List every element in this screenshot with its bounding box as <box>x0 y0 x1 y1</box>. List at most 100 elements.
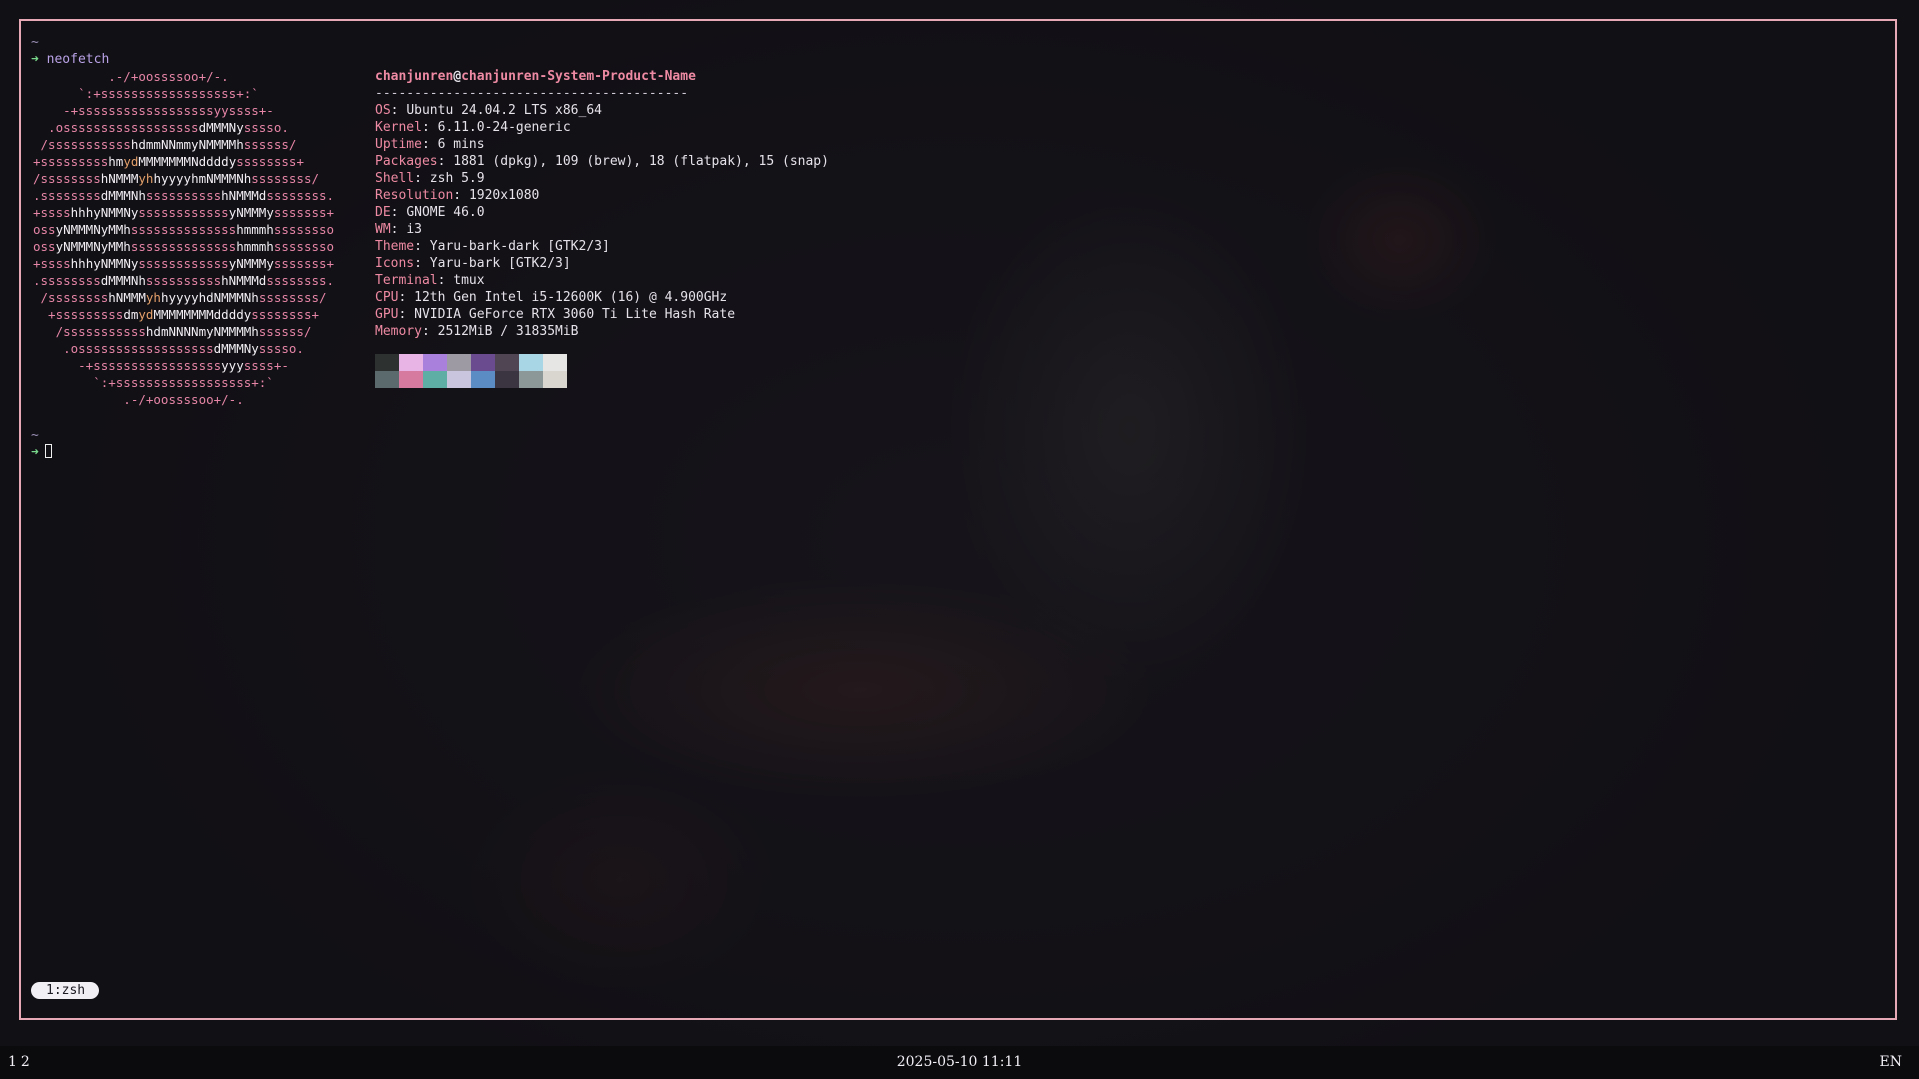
color-swatch <box>423 371 447 388</box>
ascii-logo-line: `:+ssssssssssssssssss+:` <box>33 85 334 102</box>
ascii-logo-segment: sssso. <box>243 120 289 135</box>
ascii-logo-segment: /sssssssssss <box>33 137 131 152</box>
info-row: CPU: 12th Gen Intel i5-12600K (16) @ 4.9… <box>375 290 728 305</box>
ascii-logo-segment: ssssssss+ <box>236 154 304 169</box>
cursor-block <box>44 444 52 458</box>
info-value: Ubuntu 24.04.2 LTS x86_64 <box>406 103 602 118</box>
ascii-logo-segment: yNMMMy <box>228 205 274 220</box>
ascii-logo-segment: .ossssssssssssssssss <box>33 120 199 135</box>
terminal-window[interactable]: ~ ➜ neofetch .-/+oossssoo+/-. `:+sssssss… <box>19 19 1897 1020</box>
ascii-logo-segment: ssssssso <box>273 239 335 254</box>
ascii-logo-line: -+ssssssssssssssssssyyssss+- <box>33 102 334 119</box>
ascii-logo-segment: sssso. <box>258 341 304 356</box>
ascii-logo-segment: /sssssssssss <box>33 324 146 339</box>
color-swatch <box>471 371 495 388</box>
tmux-window-tab[interactable]: 1:zsh <box>31 982 100 999</box>
prompt-dir: ~ <box>31 35 39 50</box>
ubuntu-ascii-logo: .-/+oossssoo+/-. `:+ssssssssssssssssss+:… <box>33 68 334 408</box>
info-row: Memory: 2512MiB / 31835MiB <box>375 324 579 339</box>
ascii-logo-segment: +sssssssss <box>33 307 124 322</box>
info-key: DE <box>375 205 391 220</box>
info-key: Resolution <box>375 188 454 203</box>
ascii-logo-line: +sssshhhyNMMNyssssssssssssyNMMMysssssss+ <box>33 204 334 221</box>
ascii-logo-segment: yd <box>138 307 154 322</box>
ascii-logo-segment: oss <box>33 222 56 237</box>
color-swatch <box>495 354 519 371</box>
keyboard-layout-indicator[interactable]: EN <box>1880 1054 1902 1070</box>
info-row: Icons: Yaru-bark [GTK2/3] <box>375 256 571 271</box>
color-swatch <box>375 371 399 388</box>
info-key: GPU <box>375 307 399 322</box>
hostname: chanjunren-System-Product-Name <box>461 69 696 84</box>
ascii-logo-segment: yh <box>145 290 161 305</box>
info-row: Uptime: 6 mins <box>375 137 485 152</box>
info-value: Yaru-bark [GTK2/3] <box>429 256 571 271</box>
ascii-logo-segment: ssssssss+ <box>251 307 320 322</box>
prompt-arrow-icon: ➜ <box>31 445 39 460</box>
color-swatch <box>543 371 567 388</box>
color-swatch <box>399 354 423 371</box>
i3-status-bar: 12 2025-05-10 11:11 EN <box>0 1046 1919 1079</box>
info-value: 1920x1080 <box>468 188 540 203</box>
ascii-logo-line: /ssssssssssshdmNNNNmyNMMMMhssssss/ <box>33 323 334 340</box>
ascii-logo-segment: ssssssss/ <box>258 290 327 305</box>
ascii-logo-segment: hdmNNNNmyNMMMMh <box>145 324 259 339</box>
info-value: GNOME 46.0 <box>406 205 485 220</box>
ascii-logo-segment: yNMMMy <box>228 256 274 271</box>
prompt-dir: ~ <box>31 428 39 443</box>
info-row: Theme: Yaru-bark-dark [GTK2/3] <box>375 239 610 254</box>
ascii-logo-segment: hhhyNMMNy <box>70 205 139 220</box>
ascii-logo-segment: ssssssssss <box>145 273 222 288</box>
info-key: Icons <box>375 256 415 271</box>
ascii-logo-segment: MMMMMMMMddddy <box>153 307 252 322</box>
ascii-logo-segment: dMMMNh <box>100 188 146 203</box>
prompt-current[interactable]: ~ ➜ <box>31 427 52 461</box>
ascii-logo-line: `:+ssssssssssssssssss+:` <box>33 374 334 391</box>
info-value: tmux <box>453 273 485 288</box>
ascii-logo-segment: /ssssssss <box>33 290 109 305</box>
ascii-logo-segment: hNMMMd <box>221 273 267 288</box>
info-value: 2512MiB / 31835MiB <box>437 324 579 339</box>
info-key: Kernel <box>375 120 422 135</box>
ascii-logo-segment: .-/+oossssoo+/-. <box>33 392 244 407</box>
info-key: CPU <box>375 290 399 305</box>
ascii-logo-segment: hhhyNMMNy <box>70 256 139 271</box>
info-row: WM: i3 <box>375 222 422 237</box>
ascii-logo-segment: dMMMNh <box>100 273 146 288</box>
ascii-logo-segment: ssssssssssss <box>138 205 229 220</box>
info-value: 1881 (dpkg), 109 (brew), 18 (flatpak), 1… <box>453 154 829 169</box>
ascii-logo-segment: ssssss/ <box>258 324 312 339</box>
command-text: neofetch <box>46 52 110 67</box>
ascii-logo-line: .-/+oossssoo+/-. <box>33 391 334 408</box>
ascii-logo-segment: -+sssssssssssssssss <box>33 358 222 373</box>
prompt-neofetch: ~ ➜ neofetch <box>31 34 109 68</box>
ascii-logo-segment: yd <box>123 154 139 169</box>
color-swatch <box>471 354 495 371</box>
ascii-logo-line: .ssssssssdMMMNhsssssssssshNMMMdssssssss. <box>33 272 334 289</box>
color-palette <box>375 354 567 388</box>
username: chanjunren <box>375 69 454 84</box>
info-row: Kernel: 6.11.0-24-generic <box>375 120 571 135</box>
ascii-logo-segment: hmmmh <box>236 222 274 237</box>
color-swatch <box>543 354 567 371</box>
ascii-logo-segment: yNMMMNyMMh <box>55 239 131 254</box>
info-row: GPU: NVIDIA GeForce RTX 3060 Ti Lite Has… <box>375 307 736 322</box>
ascii-logo-segment: ssssss/ <box>243 137 297 152</box>
ascii-logo-segment: ssssssssss <box>145 188 222 203</box>
info-key: OS <box>375 103 391 118</box>
info-key: Shell <box>375 171 415 186</box>
ascii-logo-line: /sssssssshNMMMyhhyyyyhmNMMMNhssssssss/ <box>33 170 334 187</box>
ascii-logo-segment: ssssssssssssss <box>130 222 237 237</box>
ascii-logo-segment: +sssssssss <box>33 154 109 169</box>
ascii-logo-segment: hyyyyhdNMMMNh <box>160 290 259 305</box>
palette-row-bottom <box>375 371 567 388</box>
info-row: Resolution: 1920x1080 <box>375 188 540 203</box>
info-row: Shell: zsh 5.9 <box>375 171 485 186</box>
info-row: Packages: 1881 (dpkg), 109 (brew), 18 (f… <box>375 154 829 169</box>
color-swatch <box>423 354 447 371</box>
ascii-logo-segment: ssss+- <box>243 358 289 373</box>
ascii-logo-segment: ssssssssssss <box>138 256 229 271</box>
ascii-logo-segment: +ssss <box>33 205 71 220</box>
ascii-logo-line: .ssssssssdMMMNhsssssssssshNMMMdssssssss. <box>33 187 334 204</box>
info-value: 12th Gen Intel i5-12600K (16) @ 4.900GHz <box>414 290 728 305</box>
